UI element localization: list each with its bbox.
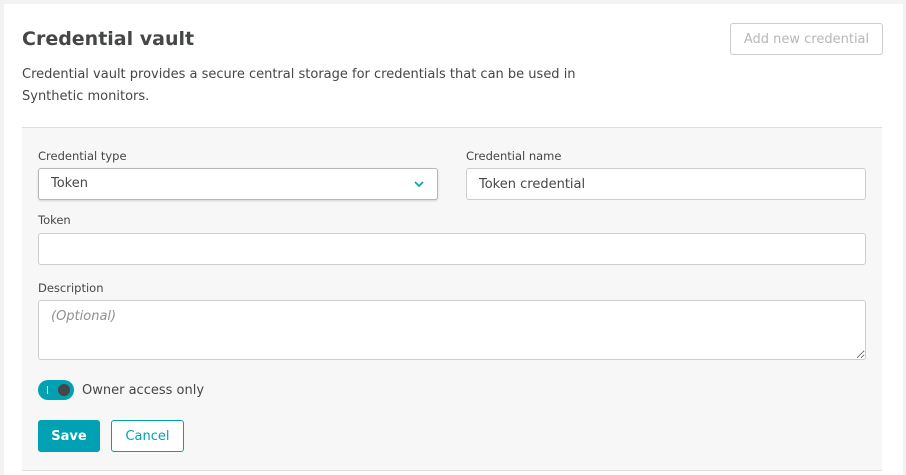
- credential-type-label: Credential type: [38, 149, 127, 163]
- description-textarea[interactable]: [38, 300, 866, 360]
- credential-type-select[interactable]: Token: [38, 168, 438, 200]
- page-title: Credential vault: [22, 28, 195, 50]
- toggle-on-mark: [47, 386, 48, 394]
- add-new-credential-button[interactable]: Add new credential: [730, 23, 883, 55]
- credential-vault-panel: Credential vault Add new credential Cred…: [4, 4, 903, 475]
- toggle-knob: [58, 384, 70, 396]
- owner-access-toggle[interactable]: [38, 380, 74, 400]
- cancel-button[interactable]: Cancel: [111, 420, 184, 452]
- credential-name-label: Credential name: [466, 149, 562, 163]
- chevron-down-icon: [414, 181, 424, 188]
- credential-name-input[interactable]: [466, 168, 866, 200]
- page-description: Credential vault provides a secure centr…: [22, 67, 576, 104]
- token-input[interactable]: [38, 233, 866, 265]
- credential-form: Credential type Token Credential name To…: [22, 127, 882, 471]
- owner-access-label: Owner access only: [82, 383, 205, 398]
- credential-type-value: Token: [51, 176, 88, 191]
- description-label: Description: [38, 281, 104, 295]
- token-label: Token: [38, 213, 71, 227]
- save-button[interactable]: Save: [38, 420, 100, 452]
